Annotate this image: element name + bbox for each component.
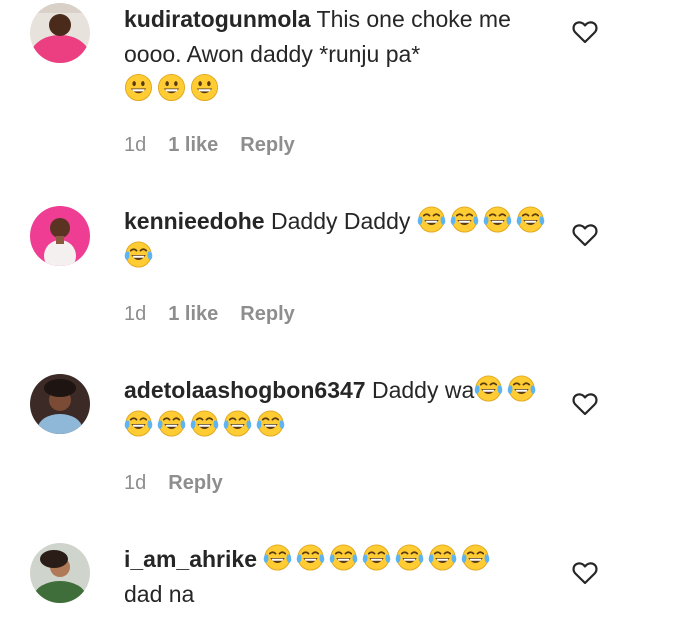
comment-likes-link[interactable]: 1 like: [168, 303, 218, 326]
comment-time: 1d: [124, 303, 147, 325]
comment-username[interactable]: kennieedohe: [124, 208, 265, 234]
comment-text: kudiratogunmola This one choke me oooo. …: [124, 2, 554, 107]
comment-username[interactable]: i_am_ahrike: [124, 546, 257, 572]
like-heart-icon[interactable]: [572, 561, 598, 585]
like-heart-icon[interactable]: [572, 223, 598, 247]
comment-meta: 1d 1 like Reply: [124, 303, 295, 326]
face-with-tears-of-joy-emoji: [428, 543, 457, 572]
face-with-tears-of-joy-emoji: [474, 374, 503, 403]
face-with-tears-of-joy-emoji: [417, 205, 446, 234]
avatar[interactable]: [30, 206, 90, 266]
face-with-tears-of-joy-emoji: [256, 409, 285, 438]
face-with-tears-of-joy-emoji: [395, 543, 424, 572]
face-with-tears-of-joy-emoji: [223, 409, 252, 438]
reply-button[interactable]: Reply: [240, 303, 294, 326]
avatar-image: [30, 374, 90, 434]
comment-time: 1d: [124, 472, 147, 494]
comment-likes-link[interactable]: 1 like: [168, 134, 218, 157]
face-with-tears-of-joy-emoji: [483, 205, 512, 234]
face-with-tears-of-joy-emoji: [329, 543, 358, 572]
reply-button[interactable]: Reply: [240, 134, 294, 157]
face-with-tears-of-joy-emoji: [362, 543, 391, 572]
like-heart-icon[interactable]: [572, 392, 598, 416]
reply-button[interactable]: Reply: [168, 472, 222, 495]
face-with-tears-of-joy-emoji: [461, 543, 490, 572]
comment-body: Daddy wa: [371, 377, 475, 403]
comment-body: dad na: [124, 581, 195, 607]
face-with-tears-of-joy-emoji: [507, 374, 536, 403]
avatar-image: [30, 3, 90, 63]
face-with-tears-of-joy-emoji: [124, 240, 153, 269]
grinning-face-emoji: [190, 73, 219, 102]
grinning-face-emoji: [124, 73, 153, 102]
comment-meta: 1d Reply: [124, 472, 223, 495]
avatar[interactable]: [30, 3, 90, 63]
comment-username[interactable]: adetolaashogbon6347: [124, 377, 366, 403]
like-heart-icon[interactable]: [572, 20, 598, 44]
comment-meta: 1d 1 like Reply: [124, 134, 295, 157]
grinning-face-emoji: [157, 73, 186, 102]
comment-text: adetolaashogbon6347 Daddy wa: [124, 373, 554, 443]
comment-text: kennieedohe Daddy Daddy: [124, 204, 554, 274]
comment-username[interactable]: kudiratogunmola: [124, 6, 311, 32]
face-with-tears-of-joy-emoji: [157, 409, 186, 438]
face-with-tears-of-joy-emoji: [190, 409, 219, 438]
face-with-tears-of-joy-emoji: [296, 543, 325, 572]
avatar-image: [30, 543, 90, 603]
face-with-tears-of-joy-emoji: [516, 205, 545, 234]
emoji-row: [124, 73, 223, 102]
face-with-tears-of-joy-emoji: [450, 205, 479, 234]
face-with-tears-of-joy-emoji: [263, 543, 292, 572]
emoji-row: [263, 543, 494, 572]
avatar[interactable]: [30, 374, 90, 434]
comment-body: Daddy Daddy: [271, 208, 411, 234]
avatar[interactable]: [30, 543, 90, 603]
comment-text: i_am_ahrike dad na: [124, 542, 554, 612]
face-with-tears-of-joy-emoji: [124, 409, 153, 438]
avatar-image: [30, 206, 90, 266]
comment-time: 1d: [124, 134, 147, 156]
